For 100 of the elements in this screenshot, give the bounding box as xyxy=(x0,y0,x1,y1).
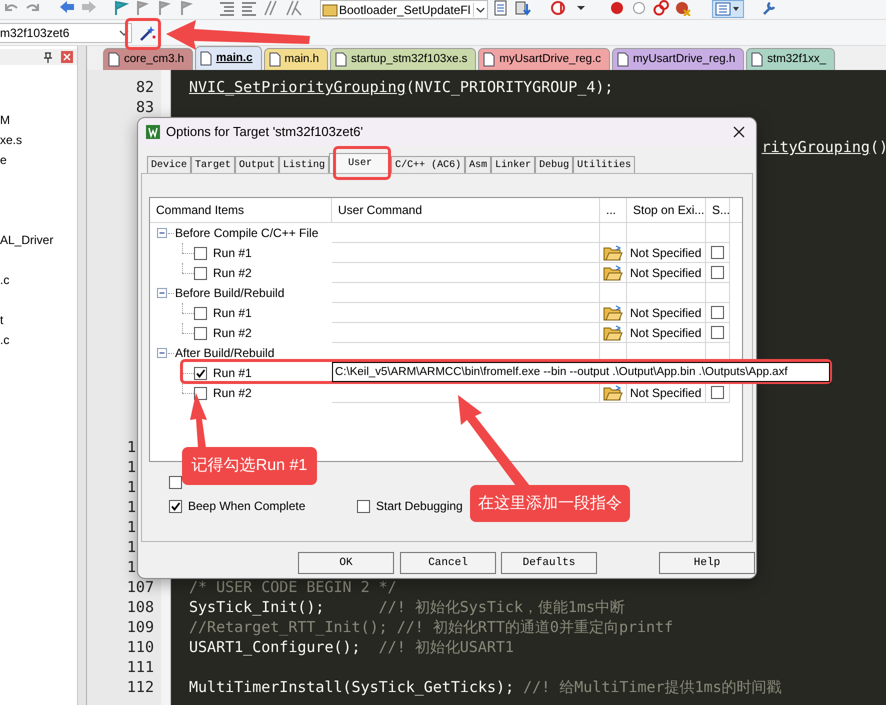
tree-item[interactable]: .c xyxy=(0,330,10,350)
file-tab[interactable]: main.h xyxy=(264,48,328,70)
checkbox[interactable] xyxy=(711,246,724,259)
annotation-callout: 记得勾选Run #1 xyxy=(182,447,317,485)
file-tab[interactable]: main.c xyxy=(195,46,262,70)
tab-label: myUsartDrive_reg.c xyxy=(499,52,602,67)
stop-value[interactable]: Not Specified xyxy=(630,306,702,320)
dialog-button[interactable]: OK xyxy=(298,552,394,574)
folder-icon[interactable] xyxy=(603,264,623,281)
checkbox[interactable] xyxy=(194,246,207,260)
window-layout-button[interactable] xyxy=(712,0,744,18)
checkbox[interactable] xyxy=(711,386,724,399)
command-field[interactable]: C:\Keil_v5\ARM\ARMCC\bin\fromelf.exe --bin --output .\Output\App.bin .\Outputs\App.axf xyxy=(332,362,830,382)
dialog-button[interactable]: Help xyxy=(659,552,755,574)
tree-item[interactable]: e xyxy=(0,150,7,170)
dialog-tab[interactable]: Debug xyxy=(535,156,574,173)
collapse-icon[interactable] xyxy=(157,348,167,358)
checkbox[interactable] xyxy=(194,306,207,320)
uncomment-icon[interactable] xyxy=(284,0,302,16)
checkbox[interactable] xyxy=(194,326,207,340)
dialog-tab[interactable]: Target xyxy=(191,156,236,173)
folder-icon[interactable] xyxy=(603,324,623,341)
dialog-tab[interactable]: Listing xyxy=(279,156,330,173)
dialog-button[interactable]: Cancel xyxy=(400,552,496,574)
folder-icon[interactable] xyxy=(603,304,623,321)
indent-icon[interactable] xyxy=(218,0,236,16)
file-tab[interactable]: stm32f1xx_ xyxy=(746,48,836,70)
file-tab[interactable]: core_cm3.h xyxy=(103,48,194,70)
highlight-frame xyxy=(125,18,161,50)
tab-label: myUsartDrive_reg.h xyxy=(633,52,736,67)
code-line: //Retarget_RTT_Init(); //! 初始化RTT的通道0并重定向printf xyxy=(189,617,674,637)
kill-breakpoints-icon[interactable] xyxy=(674,0,692,16)
dialog-tab[interactable]: Utilities xyxy=(573,156,636,173)
close-icon[interactable] xyxy=(732,125,746,139)
dialog-button[interactable]: Defaults xyxy=(501,552,597,574)
line-number: 1 xyxy=(127,557,136,577)
line-number: 1 xyxy=(127,497,136,517)
collapse-icon[interactable] xyxy=(157,228,167,238)
back-arrow-icon[interactable] xyxy=(58,0,76,16)
column-header[interactable]: Stop on Exi... xyxy=(627,198,706,223)
column-header[interactable]: ... xyxy=(600,198,627,223)
item-label: Run #2 xyxy=(213,385,252,402)
line-number: 1 xyxy=(127,477,136,497)
group-label: Before Build/Rebuild xyxy=(175,285,284,302)
folder-icon[interactable] xyxy=(603,384,623,401)
line-number: 112 xyxy=(126,677,154,697)
line-number: 107 xyxy=(126,577,154,597)
breakpoint-icon[interactable] xyxy=(608,0,626,16)
column-header[interactable]: S... xyxy=(706,198,730,223)
checkbox[interactable] xyxy=(169,500,182,512)
tree-line xyxy=(168,292,174,294)
outdent-icon[interactable] xyxy=(240,0,258,16)
project-combo[interactable]: Bootloader_SetUpdateFl xyxy=(320,0,488,19)
file-tab[interactable]: myUsartDrive_reg.c xyxy=(478,48,610,70)
code-line: USART1_Configure(); //! 初始化USART1 xyxy=(189,637,514,657)
app-icon xyxy=(146,125,160,139)
window-icon xyxy=(715,2,731,16)
column-header[interactable]: Command Items xyxy=(150,198,332,223)
project-name: Bootloader_SetUpdateFl xyxy=(339,2,472,18)
item-label: Run #2 xyxy=(213,325,252,342)
checkbox[interactable] xyxy=(194,266,207,280)
code-line: rityGrouping() xyxy=(762,137,886,157)
tree-item[interactable]: M xyxy=(0,110,10,130)
checkbox[interactable] xyxy=(194,386,207,400)
debug-icon[interactable] xyxy=(550,0,568,16)
dialog-tab[interactable]: Linker xyxy=(491,156,536,173)
code-line: NVIC_SetPriorityGrouping(NVIC_PRIORITYGROUP_4); xyxy=(189,77,614,97)
file-tab[interactable]: myUsartDrive_reg.h xyxy=(612,48,744,70)
tree-item[interactable]: xe.s xyxy=(0,130,22,150)
caret-icon[interactable] xyxy=(473,2,487,16)
collapse-icon[interactable] xyxy=(157,288,167,298)
checkbox[interactable] xyxy=(711,326,724,339)
stop-value[interactable]: Not Specified xyxy=(630,266,702,280)
dialog-tab[interactable]: Asm xyxy=(465,156,492,173)
column-header[interactable]: User Command xyxy=(332,198,600,223)
tree-line xyxy=(168,352,174,354)
checkbox[interactable] xyxy=(194,366,207,380)
rings-icon[interactable] xyxy=(652,0,670,16)
circle-icon[interactable] xyxy=(630,0,648,16)
dialog-tab[interactable]: Output xyxy=(235,156,280,173)
checkbox[interactable] xyxy=(711,306,724,319)
tree-item[interactable]: AL_Driver xyxy=(0,230,54,250)
tree-item[interactable]: t xyxy=(0,310,4,330)
stop-value[interactable]: Not Specified xyxy=(630,386,702,400)
checkbox[interactable] xyxy=(357,500,370,512)
flag-icon[interactable] xyxy=(112,0,130,16)
pin-icon[interactable] xyxy=(43,51,53,63)
download-icon[interactable] xyxy=(514,0,532,16)
item-label: Run #1 xyxy=(213,365,252,382)
dialog-tab[interactable]: Device xyxy=(147,156,192,173)
file-tab[interactable]: startup_stm32f103xe.s xyxy=(330,48,476,70)
checkbox[interactable] xyxy=(169,476,182,488)
checkbox[interactable] xyxy=(711,266,724,279)
stop-value[interactable]: Not Specified xyxy=(630,246,702,260)
target-combo[interactable]: m32f103zet6 xyxy=(0,22,132,42)
stop-value[interactable]: Not Specified xyxy=(630,326,702,340)
tree-item[interactable]: .c xyxy=(0,270,10,290)
dialog-tab[interactable]: C/C++ (AC6) xyxy=(391,156,466,173)
folder-icon[interactable] xyxy=(603,244,623,261)
document-icon xyxy=(108,52,120,67)
